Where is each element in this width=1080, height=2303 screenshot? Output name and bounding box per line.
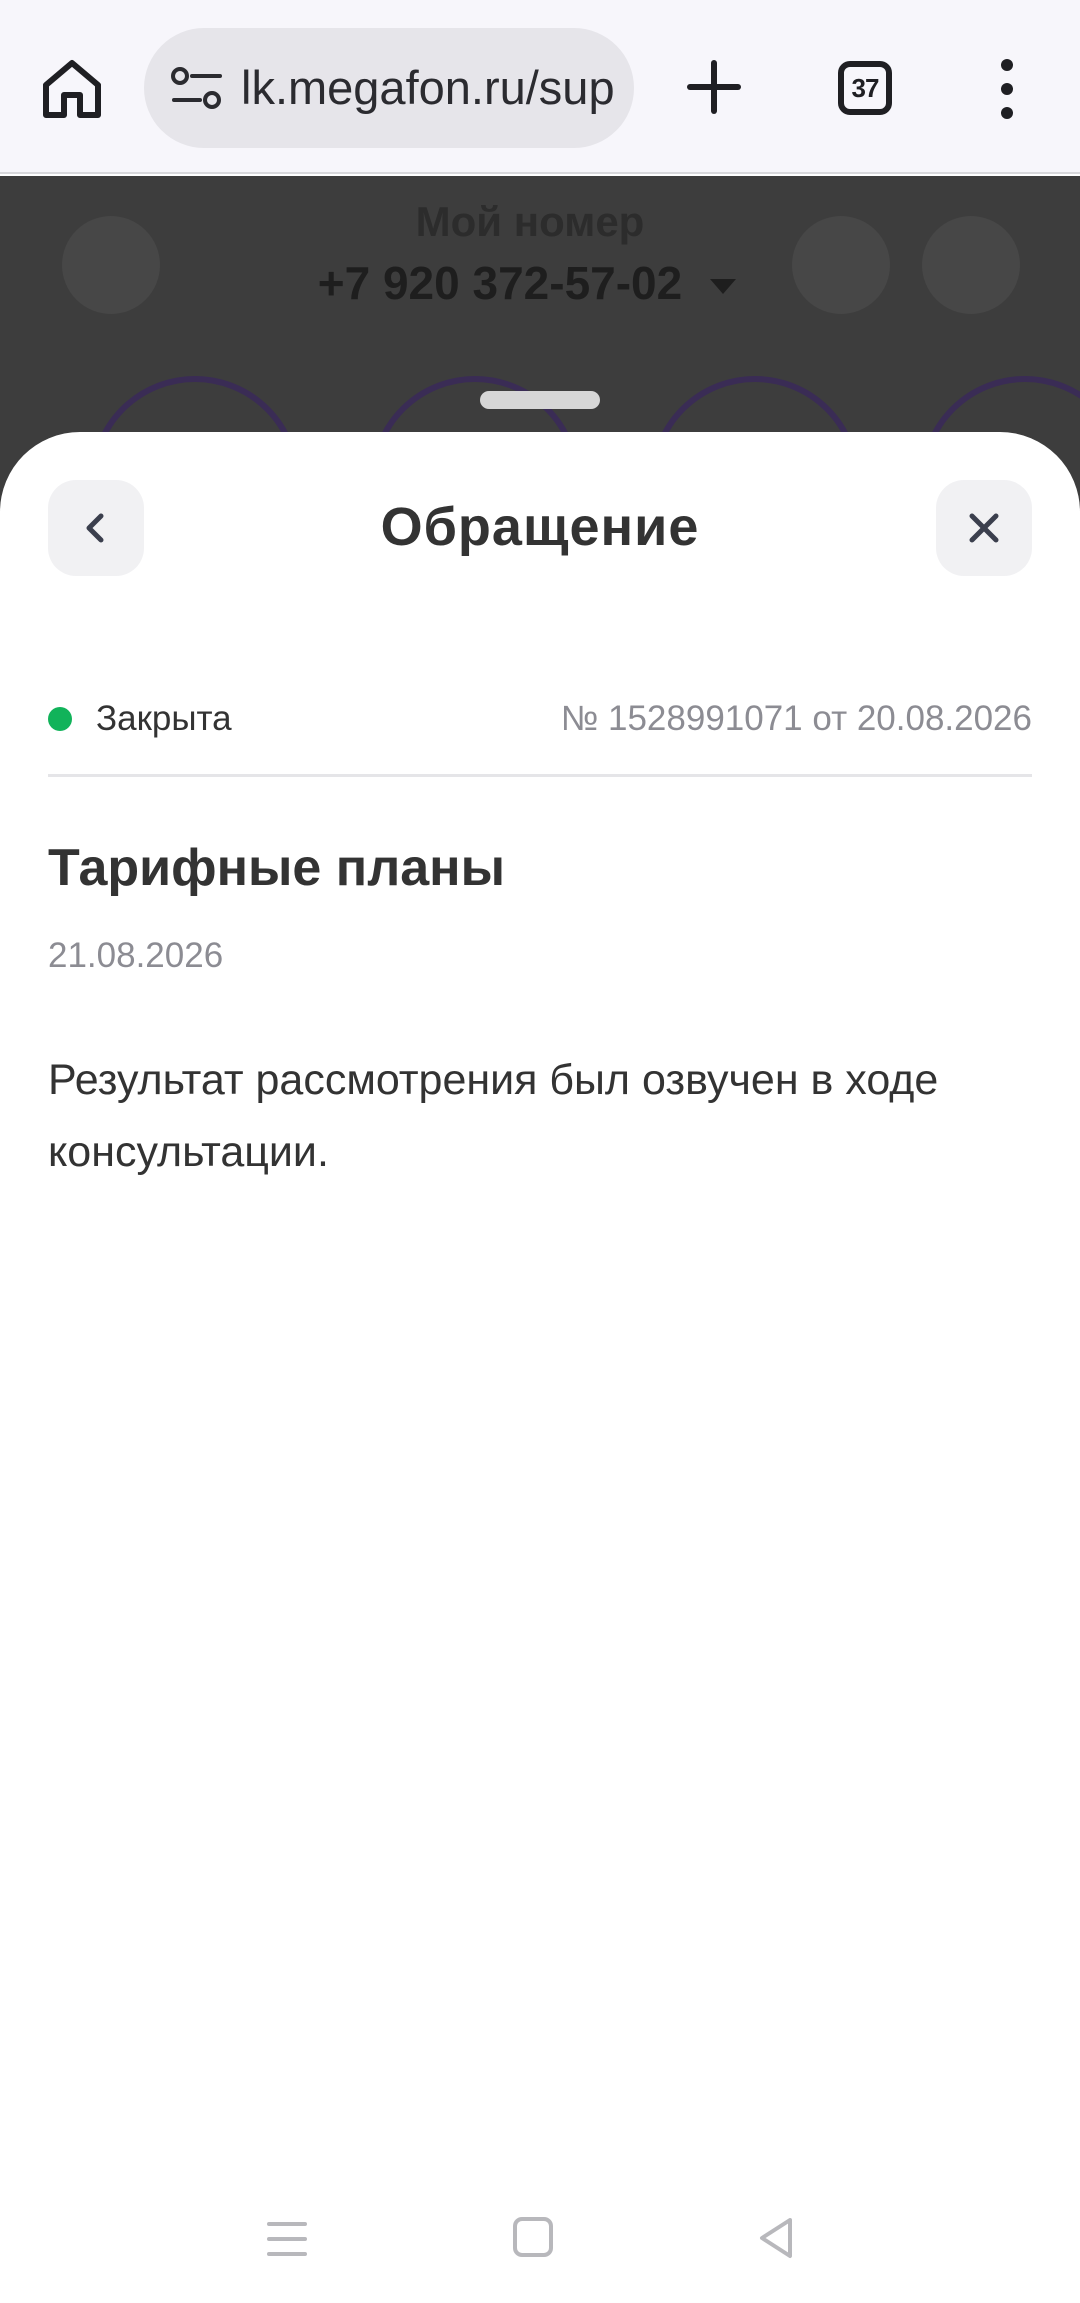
nav-back-icon[interactable]	[756, 2214, 796, 2262]
ticket-sheet: Обращение Закрыта № 1528991071 от 20.08.…	[0, 432, 1080, 2303]
sheet-drag-handle[interactable]	[480, 391, 600, 409]
site-settings-icon[interactable]	[170, 66, 224, 110]
caret-down-icon	[710, 279, 736, 294]
more-vert-icon[interactable]	[990, 57, 1024, 121]
browser-toolbar: lk.megafon.ru/support 37	[0, 0, 1080, 174]
close-icon	[969, 513, 999, 543]
close-button[interactable]	[936, 480, 1032, 576]
ticket-number: № 1528991071 от 20.08.2026	[560, 699, 1032, 738]
status-dot	[48, 707, 72, 731]
url-text[interactable]: lk.megafon.ru/support	[241, 58, 614, 118]
plus-icon[interactable]	[684, 57, 744, 117]
bell-icon	[922, 216, 1020, 314]
nav-home-icon[interactable]	[513, 2217, 553, 2257]
screen: lk.megafon.ru/support 37 Мой номер +7 92…	[0, 0, 1080, 2303]
chat-icon	[792, 216, 890, 314]
background-title: Мой номер	[415, 198, 645, 245]
tabs-icon[interactable]: 37	[838, 61, 892, 115]
home-icon[interactable]	[40, 57, 104, 121]
status-badge: Закрыта	[96, 699, 232, 738]
address-bar[interactable]: lk.megafon.ru/support	[144, 28, 634, 148]
ticket-result-text: Результат рассмотрения был озвучен в ход…	[48, 1056, 939, 1176]
recents-icon[interactable]	[266, 2218, 308, 2260]
ticket-topic: Тарифные планы	[48, 839, 505, 897]
divider	[48, 774, 1032, 777]
ticket-topic-date: 21.08.2026	[48, 936, 224, 975]
sheet-title: Обращение	[380, 497, 700, 557]
status-row: Закрыта № 1528991071 от 20.08.2026	[48, 694, 1032, 744]
